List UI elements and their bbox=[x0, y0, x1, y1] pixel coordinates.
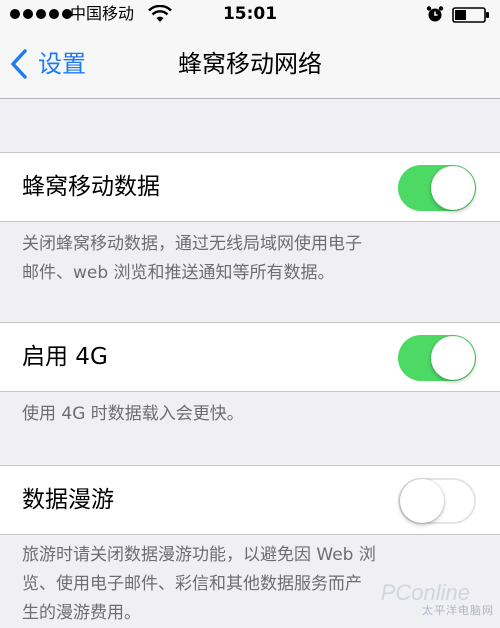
footer-line: 旅游时请关闭数据漫游功能，以避免因 Web 浏 bbox=[22, 545, 376, 565]
toggle-knob bbox=[431, 336, 475, 380]
status-time: 15:01 bbox=[222, 4, 278, 24]
enable-4g-toggle[interactable] bbox=[398, 335, 476, 381]
setting-label-cellular-data: 蜂窝移动数据 bbox=[22, 174, 160, 200]
page-title: 蜂窝移动网络 bbox=[178, 50, 322, 78]
toggle-knob bbox=[400, 479, 444, 523]
setting-row-cellular-data: 蜂窝移动数据 bbox=[0, 152, 500, 222]
alarm-icon bbox=[426, 6, 444, 22]
footer-line: 邮件、web 浏览和推送通知等所有数据。 bbox=[22, 263, 335, 283]
setting-label-enable-4g: 启用 4G bbox=[22, 344, 108, 370]
enable-4g-footer: 使用 4G 时数据载入会更快。 bbox=[22, 400, 480, 429]
battery-icon bbox=[452, 7, 489, 23]
data-roaming-toggle[interactable] bbox=[398, 478, 476, 524]
setting-row-enable-4g: 启用 4G bbox=[0, 322, 500, 392]
navigation-bar: 设置 蜂窝移动网络 bbox=[0, 30, 500, 99]
cellular-data-footer: 关闭蜂窝移动数据，通过无线局域网使用电子 邮件、web 浏览和推送通知等所有数据… bbox=[22, 230, 480, 288]
status-bar: 中国移动 15:01 bbox=[0, 0, 500, 30]
footer-line: 关闭蜂窝移动数据，通过无线局域网使用电子 bbox=[22, 234, 362, 254]
setting-label-data-roaming: 数据漫游 bbox=[22, 487, 114, 513]
watermark-text: 太平洋电脑网 bbox=[422, 604, 494, 617]
footer-line: 使用 4G 时数据载入会更快。 bbox=[22, 404, 244, 424]
setting-row-data-roaming: 数据漫游 bbox=[0, 465, 500, 535]
toggle-knob bbox=[431, 166, 475, 210]
cellular-data-toggle[interactable] bbox=[398, 165, 476, 211]
